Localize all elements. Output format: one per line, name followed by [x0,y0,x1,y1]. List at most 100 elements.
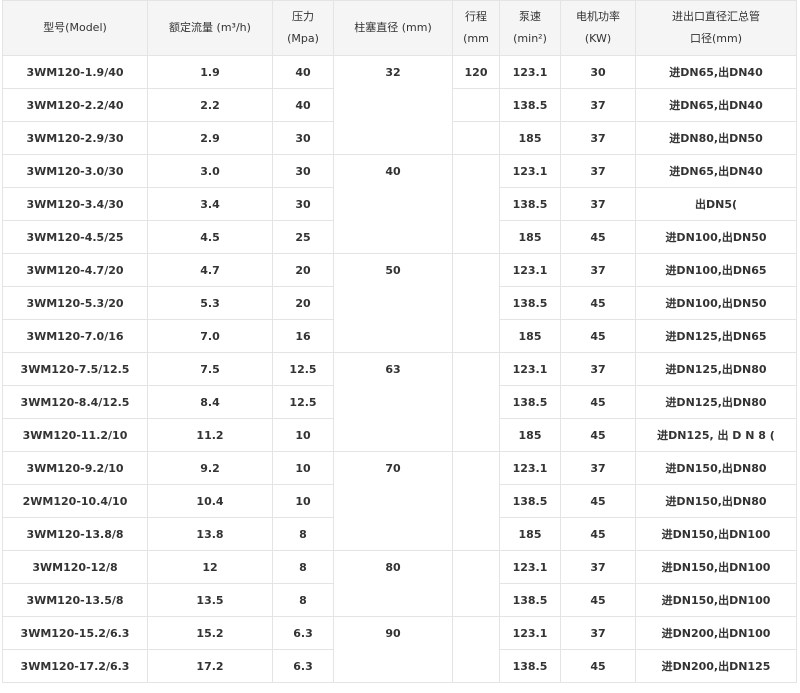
cell-pump-speed: 185 [499,121,561,155]
cell-pump-speed: 138.5 [499,385,561,419]
cell-motor-power: 37 [560,121,636,155]
cell-ports: 进DN80,出DN50 [635,121,797,155]
cell-motor-power: 45 [560,517,636,551]
cell-pump-speed: 138.5 [499,88,561,122]
cell-flow: 4.7 [147,253,273,287]
cell-pump-speed: 185 [499,220,561,254]
cell-model: 3WM120-2.9/30 [2,121,148,155]
cell-pressure: 40 [272,55,334,89]
cell-stroke-empty [452,121,500,155]
cell-ports: 进DN125,出DN65 [635,319,797,353]
cell-stroke: 120 [452,55,500,89]
cell-ports: 进DN200,出DN125 [635,649,797,683]
cell-pump-speed: 123.1 [499,154,561,188]
cell-pump-speed: 138.5 [499,649,561,683]
cell-ports: 进DN125, 出 D N 8 ( [635,418,797,452]
table-row: 3WM120-12/8 12 8 80 123.1 37 进DN150,出DN100 [2,550,797,617]
cell-stroke-empty [452,451,500,551]
cell-motor-power: 45 [560,286,636,320]
cell-pressure: 6.3 [272,649,334,683]
cell-ports: 进DN150,出DN80 [635,451,797,485]
table-body: 3WM120-1.9/40 1.9 40 32 120 123.1 30 进DN65,出DN4… [2,55,797,683]
cell-flow: 1.9 [147,55,273,89]
cell-stroke-empty [452,253,500,353]
cell-flow: 3.4 [147,187,273,221]
cell-pump-speed: 138.5 [499,286,561,320]
cell-flow: 13.8 [147,517,273,551]
cell-model: 3WM120-4.5/25 [2,220,148,254]
cell-ports: 进DN65,出DN40 [635,154,797,188]
cell-pressure: 12.5 [272,352,334,386]
cell-pump-speed: 138.5 [499,583,561,617]
cell-flow: 13.5 [147,583,273,617]
cell-pump-speed: 123.1 [499,550,561,584]
cell-plunger-diameter: 90 [333,616,453,683]
cell-flow: 11.2 [147,418,273,452]
cell-pump-speed: 123.1 [499,55,561,89]
cell-model: 3WM120-7.0/16 [2,319,148,353]
header-stroke: 行程 (mm [452,0,500,56]
cell-plunger-diameter: 32 [333,55,453,155]
cell-motor-power: 30 [560,55,636,89]
cell-stroke-empty [452,550,500,617]
cell-pump-speed: 123.1 [499,451,561,485]
cell-stroke-empty [452,616,500,683]
cell-pressure: 8 [272,550,334,584]
cell-ports: 进DN100,出DN65 [635,253,797,287]
cell-flow: 7.5 [147,352,273,386]
table-row: 3WM120-1.9/40 1.9 40 32 120 123.1 30 进DN65,出DN4… [2,55,797,155]
table-row: 3WM120-3.0/30 3.0 30 40 123.1 37 进DN65,出DN40 [2,154,797,254]
cell-pressure: 10 [272,451,334,485]
cell-stroke-empty [452,352,500,452]
cell-motor-power: 37 [560,154,636,188]
cell-pump-speed: 123.1 [499,352,561,386]
cell-model: 3WM120-3.0/30 [2,154,148,188]
cell-pressure: 25 [272,220,334,254]
cell-motor-power: 37 [560,352,636,386]
cell-flow: 3.0 [147,154,273,188]
cell-pump-speed: 138.5 [499,484,561,518]
cell-model: 3WM120-13.8/8 [2,517,148,551]
header-port-diameter: 进出口直径汇总管 口径(mm) [635,0,797,56]
cell-motor-power: 45 [560,484,636,518]
cell-flow: 7.0 [147,319,273,353]
cell-ports: 进DN100,出DN50 [635,220,797,254]
cell-pump-speed: 185 [499,517,561,551]
cell-model: 3WM120-9.2/10 [2,451,148,485]
header-flow: 额定流量 (m³/h) [147,0,273,56]
cell-pump-speed: 123.1 [499,253,561,287]
cell-pressure: 8 [272,583,334,617]
cell-flow: 2.9 [147,121,273,155]
cell-motor-power: 37 [560,253,636,287]
cell-pressure: 40 [272,88,334,122]
cell-pressure: 20 [272,253,334,287]
cell-pump-speed: 185 [499,319,561,353]
cell-ports: 进DN150,出DN80 [635,484,797,518]
cell-pressure: 30 [272,187,334,221]
cell-model: 3WM120-17.2/6.3 [2,649,148,683]
cell-model: 3WM120-15.2/6.3 [2,616,148,650]
cell-pressure: 30 [272,154,334,188]
cell-stroke-empty [452,154,500,254]
cell-pressure: 8 [272,517,334,551]
cell-motor-power: 45 [560,583,636,617]
cell-plunger-diameter: 63 [333,352,453,452]
cell-ports: 进DN150,出DN100 [635,517,797,551]
header-motor-power: 电机功率 (KW) [560,0,636,56]
table-row: 3WM120-7.5/12.5 7.5 12.5 63 123.1 37 进DN125,出D… [2,352,797,452]
cell-plunger-diameter: 50 [333,253,453,353]
header-pump-speed: 泵速 (min²) [499,0,561,56]
cell-ports: 进DN65,出DN40 [635,88,797,122]
cell-motor-power: 45 [560,418,636,452]
cell-flow: 12 [147,550,273,584]
cell-flow: 8.4 [147,385,273,419]
table-row: 3WM120-15.2/6.3 15.2 6.3 90 123.1 37 进DN200,出D… [2,616,797,683]
cell-model: 2WM120-10.4/10 [2,484,148,518]
cell-motor-power: 37 [560,550,636,584]
cell-model: 3WM120-11.2/10 [2,418,148,452]
cell-ports: 出DN5( [635,187,797,221]
cell-model: 3WM120-8.4/12.5 [2,385,148,419]
cell-pump-speed: 123.1 [499,616,561,650]
cell-plunger-diameter: 40 [333,154,453,254]
cell-flow: 10.4 [147,484,273,518]
